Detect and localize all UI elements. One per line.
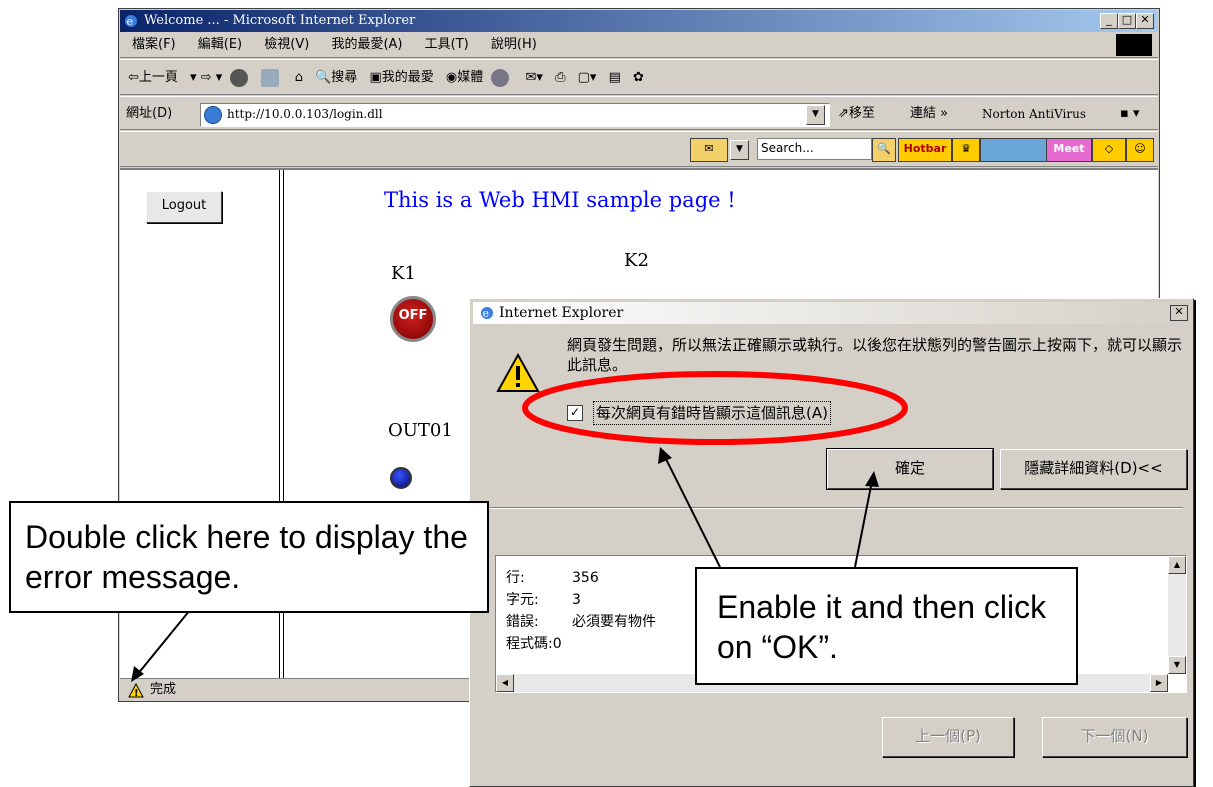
diamond-icon[interactable]: ◇ <box>1092 138 1126 162</box>
menu-tools[interactable]: 工具(T) <box>425 37 469 52</box>
address-input[interactable]: http://10.0.0.103/login.dll <box>200 103 830 127</box>
print-icon[interactable]: ⎙ <box>555 60 565 96</box>
svg-text:e: e <box>127 15 134 28</box>
home-icon[interactable]: ⌂ <box>295 60 303 96</box>
media-button[interactable]: ◉媒體 <box>446 60 483 96</box>
scroll-up-icon[interactable]: ▲ <box>1168 556 1186 574</box>
k2-label: K2 <box>624 250 649 271</box>
go-button[interactable]: ⇗移至 <box>838 97 875 131</box>
detail-value: 3 <box>572 592 581 608</box>
discuss-icon[interactable]: ▤ <box>609 60 621 96</box>
menu-edit[interactable]: 編輯(E) <box>198 37 242 52</box>
ie-titlebar[interactable]: e Welcome ... - Microsoft Internet Explo… <box>120 10 1158 32</box>
people-icon[interactable] <box>980 138 1048 162</box>
previous-button[interactable]: 上一個(P) <box>882 717 1014 757</box>
favorites-label: 我的最愛 <box>381 70 434 85</box>
dialog-close-button[interactable]: ✕ <box>1170 305 1188 321</box>
crown-icon[interactable]: ♛ <box>952 138 980 162</box>
detail-row: 行: 356 <box>506 568 599 588</box>
detail-row: 字元: 3 <box>506 590 581 610</box>
address-bar: 網址(D) http://10.0.0.103/login.dll ▼ ⇗移至 … <box>120 96 1158 130</box>
media-label: 媒體 <box>457 70 484 85</box>
show-message-checkbox-label[interactable]: 每次網頁有錯時皆顯示這個訊息(A) <box>593 401 831 425</box>
page-icon <box>204 106 222 124</box>
search-dropdown[interactable]: ▼ <box>730 140 749 160</box>
edit-icon[interactable]: ▢▾ <box>578 60 597 96</box>
links-label: 連結 <box>910 106 937 121</box>
standard-toolbar: ⇦上一頁 ▾ ⇨ ▾ ⌂ 🔍搜尋 ▣我的最愛 ◉媒體 ✉▾ ⎙ ▢▾ ▤ ✿ <box>120 59 1158 95</box>
address-dropdown[interactable]: ▼ <box>806 105 825 125</box>
detail-key: 錯誤: <box>506 614 539 630</box>
menu-view[interactable]: 檢視(V) <box>264 37 309 52</box>
page-headline: This is a Web HMI sample page ! <box>384 188 736 212</box>
dialog-title: Internet Explorer <box>499 305 624 321</box>
go-label: 移至 <box>848 106 875 121</box>
search-button[interactable]: 🔍搜尋 <box>315 60 357 96</box>
show-message-checkbox[interactable]: ✓ <box>567 405 583 421</box>
close-button[interactable]: ✕ <box>1136 13 1154 29</box>
logout-button[interactable]: Logout <box>146 191 222 223</box>
windows-logo-icon <box>1116 34 1152 56</box>
window-title: Welcome ... - Microsoft Internet Explore… <box>144 13 416 28</box>
menu-file[interactable]: 檔案(F) <box>132 37 176 52</box>
minimize-button[interactable]: _ <box>1100 13 1118 29</box>
callout-enable-ok: Enable it and then click on “OK”. <box>695 567 1078 685</box>
links-button[interactable]: 連結 » <box>910 97 948 131</box>
search-label: 搜尋 <box>331 70 358 85</box>
forward-icon[interactable]: ▾ ⇨ ▾ <box>190 60 222 96</box>
detail-key: 行: <box>506 570 525 586</box>
out01-indicator-icon <box>390 467 412 489</box>
search-toolbar: ✉ ▼ Search... 🔍 Hotbar ♛ Meet ◇ ☺ <box>120 131 1158 167</box>
k1-toggle-button[interactable]: OFF <box>390 296 436 342</box>
meet-button[interactable]: Meet <box>1046 138 1092 162</box>
detail-key: 程式碼:0 <box>506 636 562 652</box>
status-text: 完成 <box>150 682 177 697</box>
callout-double-click: Double click here to display the error m… <box>9 501 489 613</box>
vertical-scrollbar[interactable]: ▲ ▼ <box>1168 556 1186 674</box>
favorites-button[interactable]: ▣我的最愛 <box>369 60 433 96</box>
mail-envelope-icon[interactable]: ✉ <box>690 138 728 162</box>
address-label: 網址(D) <box>126 106 173 121</box>
history-icon[interactable] <box>491 68 510 87</box>
next-button[interactable]: 下一個(N) <box>1042 717 1187 757</box>
detail-row: 錯誤: 必須要有物件 <box>506 612 656 632</box>
stop-icon[interactable] <box>230 68 249 87</box>
search-input[interactable]: Search... <box>757 138 872 160</box>
ie-logo-icon: e <box>125 15 137 28</box>
norton-icon[interactable]: ▪ ▾ <box>1120 97 1139 131</box>
ok-button[interactable]: 確定 <box>826 448 994 490</box>
detail-value: 必須要有物件 <box>572 614 656 630</box>
menu-bar: 檔案(F) 編輯(E) 檢視(V) 我的最愛(A) 工具(T) 說明(H) <box>120 32 1158 58</box>
warning-icon[interactable]: ! <box>128 683 144 698</box>
scroll-down-icon[interactable]: ▼ <box>1168 656 1186 674</box>
svg-text:e: e <box>483 307 490 320</box>
search-go-icon[interactable]: 🔍 <box>872 138 896 162</box>
warning-triangle-icon <box>496 353 540 392</box>
out01-label: OUT01 <box>388 420 453 441</box>
detail-value: 356 <box>572 570 599 586</box>
messenger-icon[interactable]: ✿ <box>633 60 644 96</box>
detail-key: 字元: <box>506 592 539 608</box>
detail-row: 程式碼:0 <box>506 634 562 654</box>
scroll-left-icon[interactable]: ◀ <box>496 674 514 692</box>
refresh-icon[interactable] <box>260 68 279 87</box>
ie-logo-icon: e <box>481 307 493 320</box>
hotbar-button[interactable]: Hotbar <box>898 138 952 162</box>
scroll-right-icon[interactable]: ▶ <box>1150 674 1168 692</box>
smiley-icon[interactable]: ☺ <box>1126 138 1154 162</box>
address-url: http://10.0.0.103/login.dll <box>227 107 383 121</box>
norton-toolbar[interactable]: Norton AntiVirus <box>982 97 1086 131</box>
menu-help[interactable]: 說明(H) <box>491 37 537 52</box>
dialog-message: 網頁發生問題，所以無法正確顯示或執行。以後您在狀態列的警告圖示上按兩下，就可以顯… <box>567 336 1183 374</box>
maximize-button[interactable]: □ <box>1118 13 1136 29</box>
hide-details-button[interactable]: 隱藏詳細資料(D)<< <box>1000 449 1187 489</box>
menu-favorites[interactable]: 我的最愛(A) <box>331 37 402 52</box>
back-button[interactable]: ⇦上一頁 <box>128 60 178 96</box>
svg-text:!: ! <box>134 688 139 698</box>
k1-label: K1 <box>391 263 416 284</box>
dialog-titlebar[interactable]: e Internet Explorer ✕ <box>473 302 1190 324</box>
dialog-divider <box>480 507 1183 509</box>
mail-icon[interactable]: ✉▾ <box>526 60 543 96</box>
error-dialog: e Internet Explorer ✕ 網頁發生問題，所以無法正確顯示或執行… <box>469 298 1194 787</box>
